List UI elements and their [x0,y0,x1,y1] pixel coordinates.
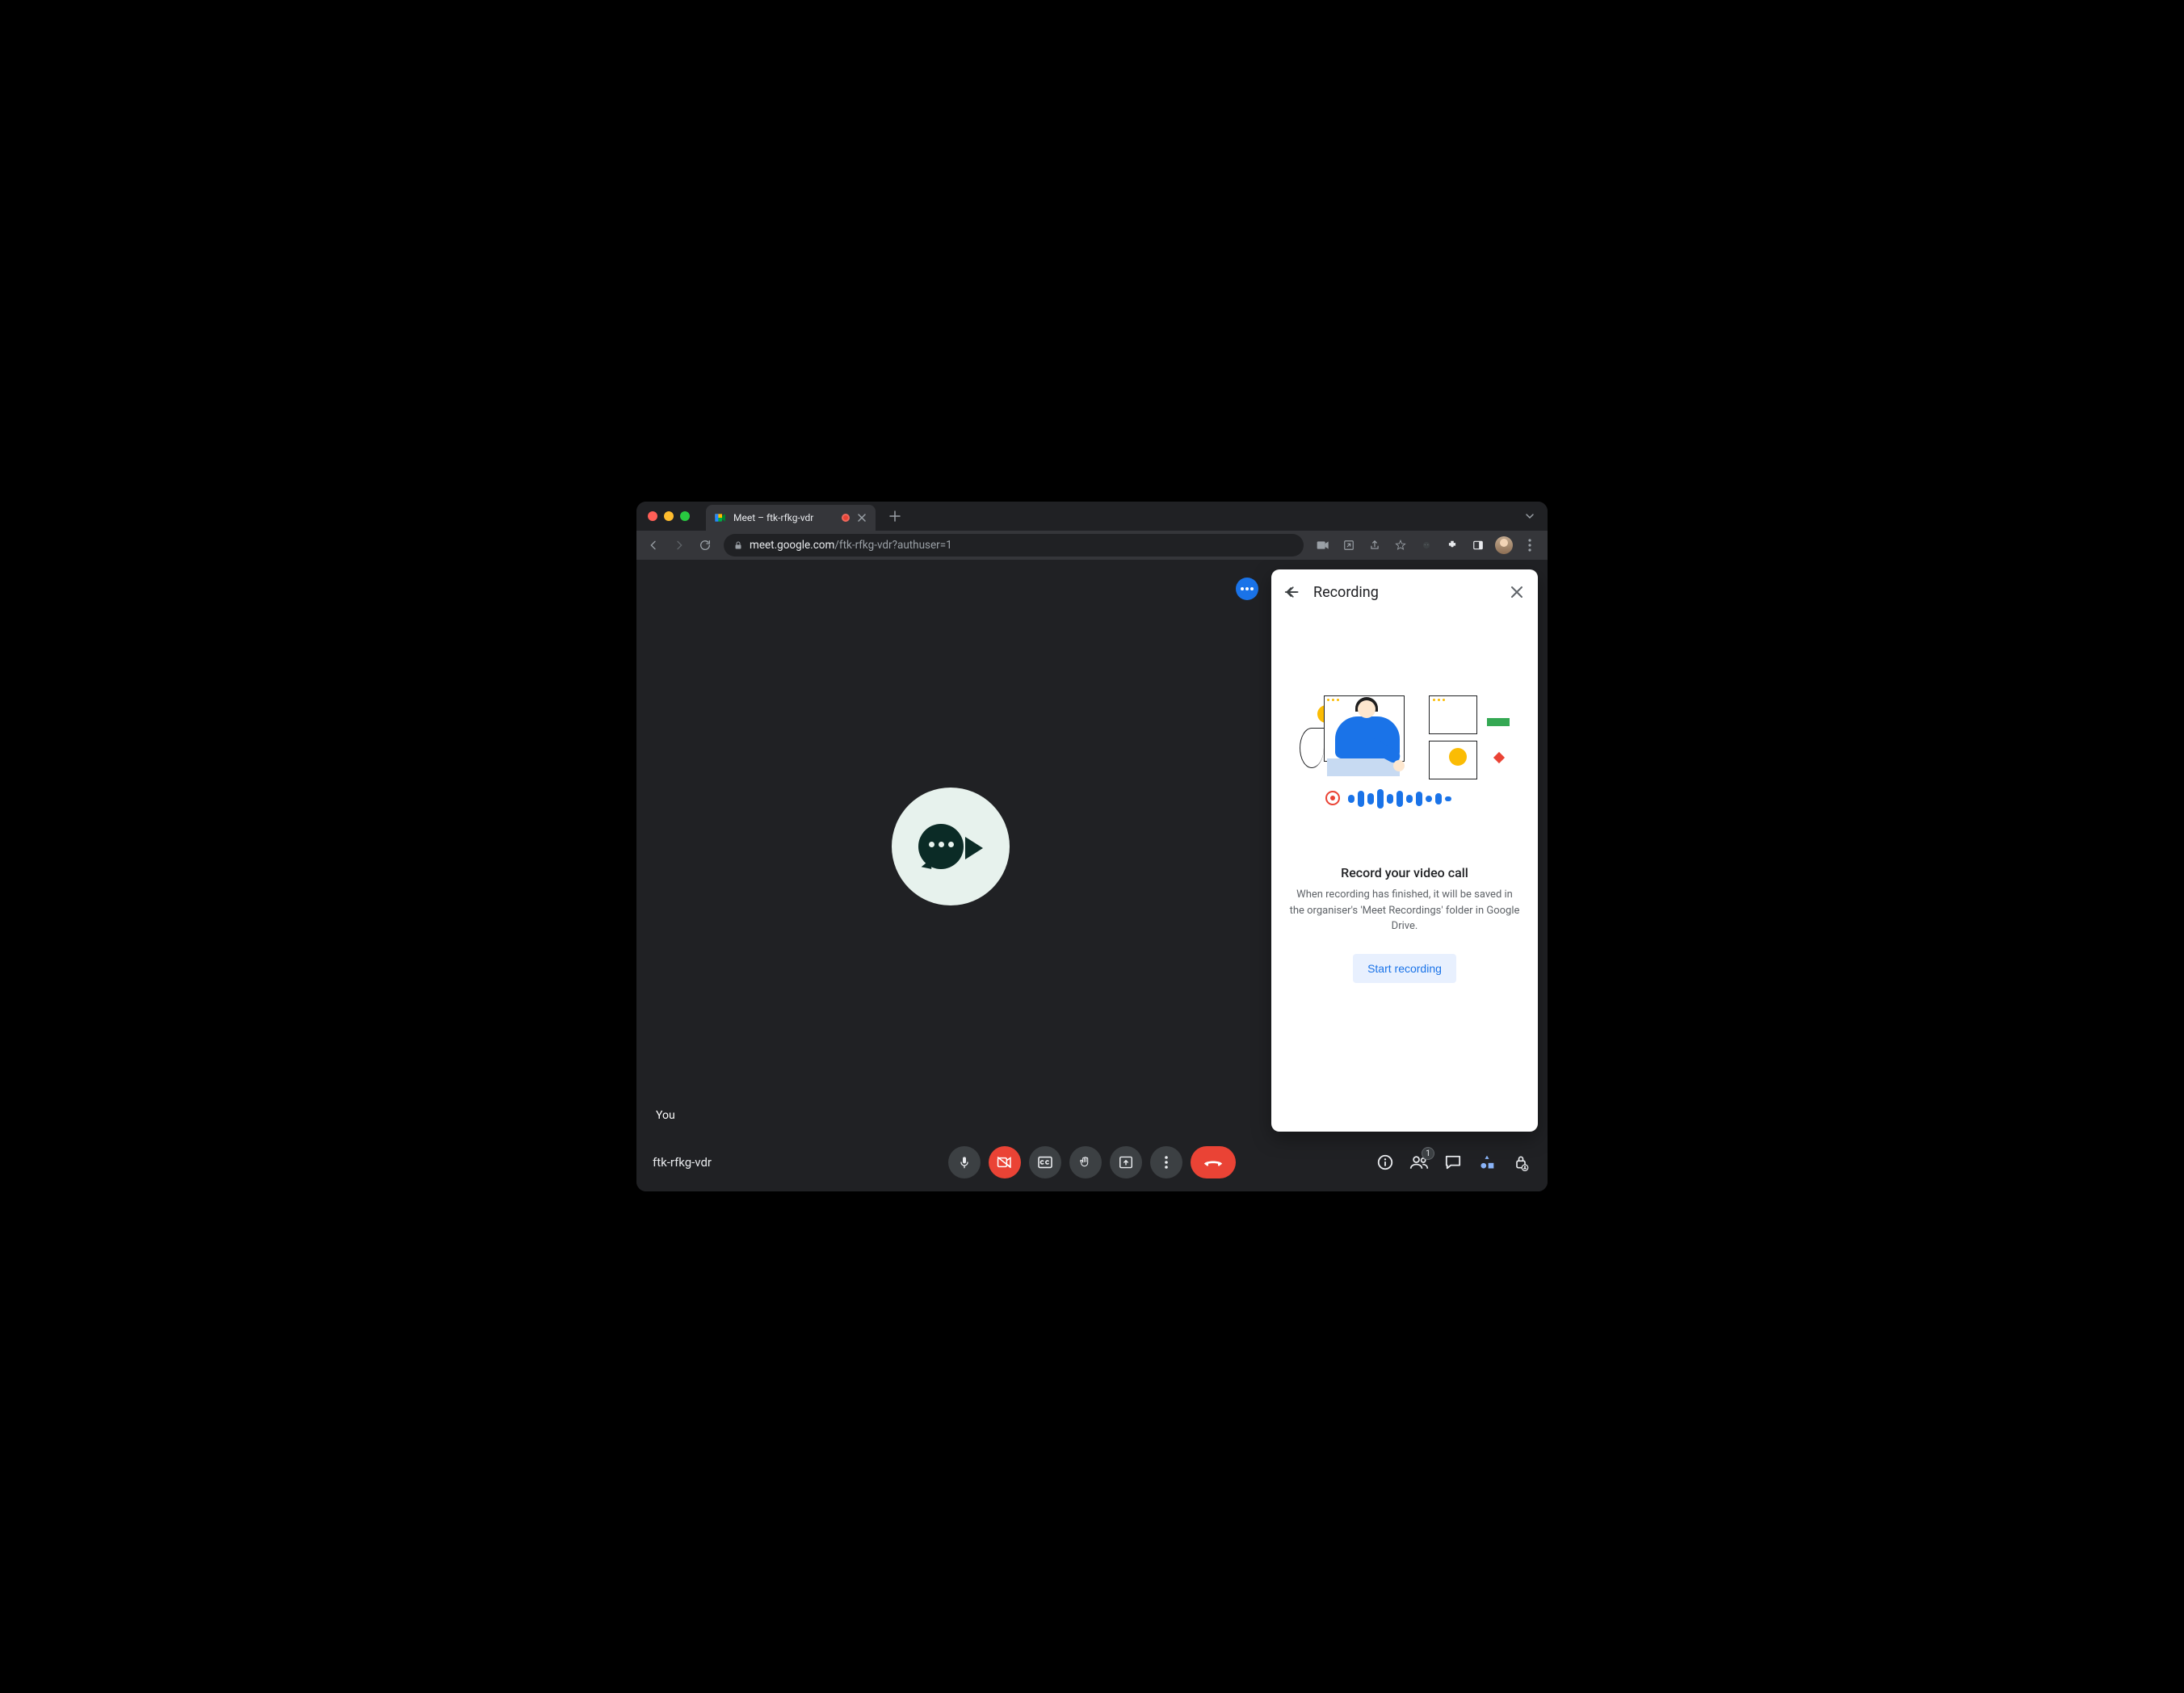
browser-menu-button[interactable] [1517,533,1543,557]
camera-indicator-icon[interactable] [1310,533,1336,557]
people-button[interactable]: 1 [1409,1152,1430,1173]
extensions-icon[interactable] [1439,533,1465,557]
meeting-code: ftk-rfkg-vdr [653,1155,712,1170]
panel-description: When recording has finished, it will be … [1286,887,1523,935]
mic-toggle-button[interactable] [948,1146,981,1178]
self-avatar [892,788,1010,905]
titlebar: Meet – ftk-rfkg-vdr [636,502,1548,531]
host-controls-button[interactable] [1510,1152,1531,1173]
window-fullscreen-button[interactable] [680,511,690,521]
activities-button[interactable] [1476,1152,1497,1173]
nav-forward-button[interactable] [667,533,691,557]
chat-button[interactable] [1443,1152,1464,1173]
leave-call-button[interactable] [1191,1146,1236,1178]
share-icon[interactable] [1362,533,1388,557]
meet-favicon-icon [714,511,727,524]
profile-avatar[interactable] [1491,533,1517,557]
chat-camera-icon [918,822,983,871]
panel-body: Record your video call When recording ha… [1271,615,1538,1132]
open-external-icon[interactable] [1336,533,1362,557]
panel-close-button[interactable] [1507,582,1527,602]
right-controls: 1 [1375,1152,1531,1173]
recording-panel: Recording [1271,569,1538,1132]
start-recording-button[interactable]: Start recording [1353,954,1456,983]
lock-icon [733,540,743,550]
meeting-details-button[interactable] [1375,1152,1396,1173]
call-controls [948,1146,1236,1178]
panel-title: Recording [1313,584,1496,601]
raise-hand-button[interactable] [1069,1146,1102,1178]
bottom-bar: ftk-rfkg-vdr [636,1133,1548,1191]
sidepanel-icon[interactable] [1465,533,1491,557]
self-video-tile[interactable] [636,560,1265,1133]
window-controls [648,511,690,521]
captions-button[interactable] [1029,1146,1061,1178]
panel-heading: Record your video call [1341,865,1468,880]
bookmark-icon[interactable] [1388,533,1413,557]
tab-title: Meet – ftk-rfkg-vdr [733,512,835,523]
tile-more-button[interactable] [1236,578,1258,600]
tab-search-button[interactable] [1518,505,1541,527]
window-close-button[interactable] [648,511,657,521]
extension-slot-icon[interactable] [1413,533,1439,557]
content-area: You Recording [636,560,1548,1191]
toolbar-actions [1310,533,1543,557]
panel-back-button[interactable] [1283,582,1302,602]
browser-window: Meet – ftk-rfkg-vdr meet.go [636,502,1548,1191]
tab-close-button[interactable] [856,512,867,523]
browser-toolbar: meet.google.com/ftk-rfkg-vdr?authuser=1 [636,531,1548,560]
more-options-button[interactable] [1150,1146,1182,1178]
nav-reload-button[interactable] [693,533,717,557]
recording-illustration [1300,671,1510,833]
self-label: You [656,1109,675,1122]
address-bar[interactable]: meet.google.com/ftk-rfkg-vdr?authuser=1 [724,534,1304,557]
panel-header: Recording [1271,569,1538,615]
present-button[interactable] [1110,1146,1142,1178]
recording-indicator-icon [842,514,850,522]
url-text: meet.google.com/ftk-rfkg-vdr?authuser=1 [750,539,952,552]
browser-tab[interactable]: Meet – ftk-rfkg-vdr [706,505,876,531]
participant-count-badge: 1 [1422,1147,1434,1160]
new-tab-button[interactable] [885,506,905,526]
nav-back-button[interactable] [641,533,666,557]
window-minimize-button[interactable] [664,511,674,521]
camera-toggle-button[interactable] [989,1146,1021,1178]
